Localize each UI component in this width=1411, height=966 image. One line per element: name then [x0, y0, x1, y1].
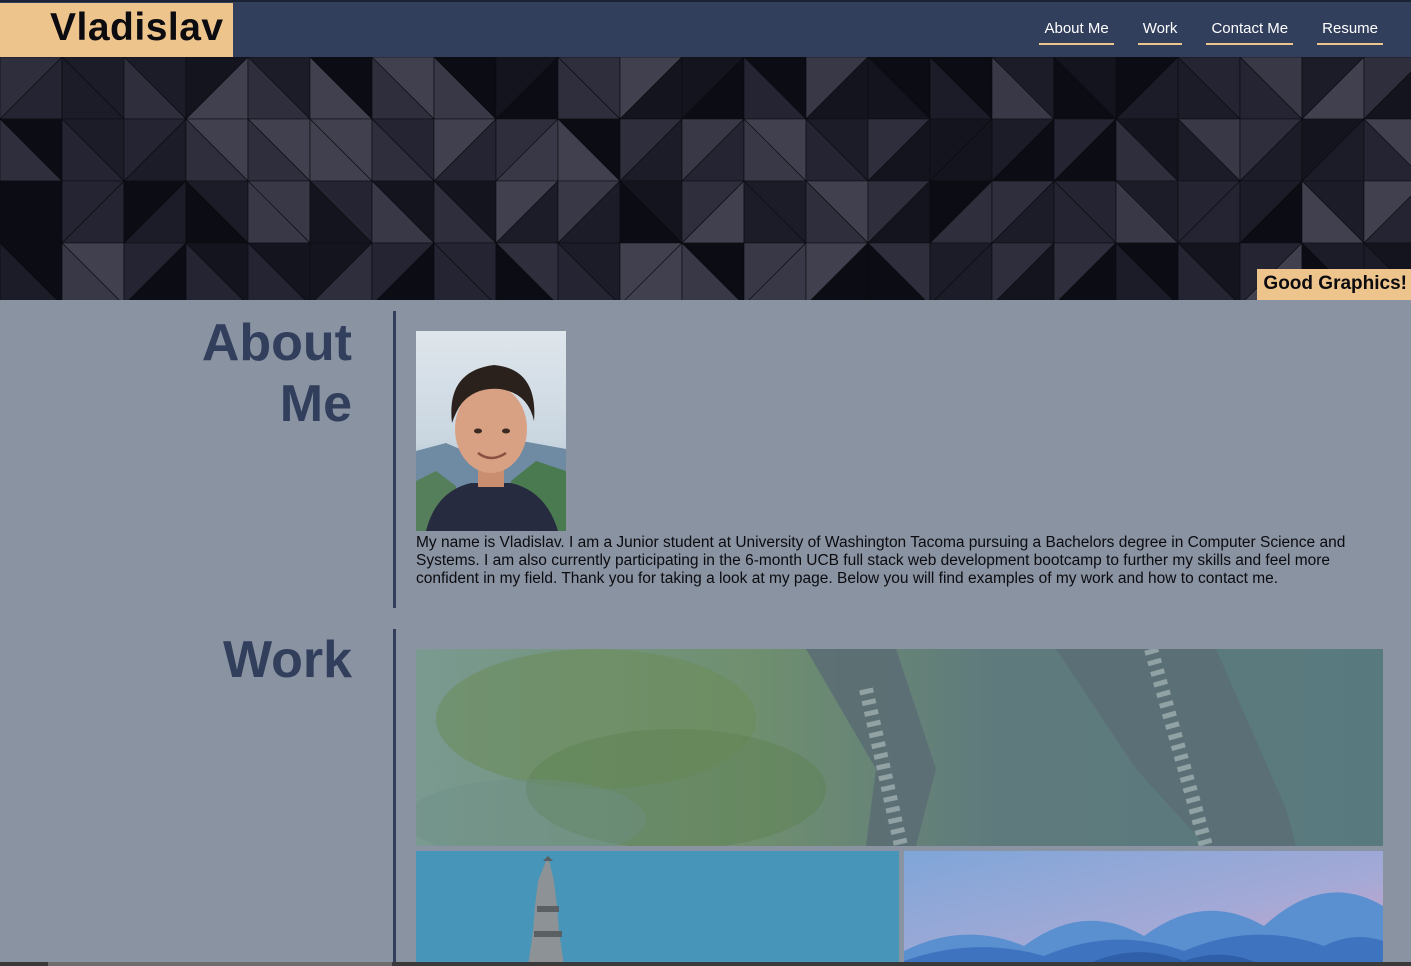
work-heading: Work — [222, 631, 352, 689]
profile-photo — [416, 331, 566, 531]
main-nav: About Me Work Contact Me Resume — [1015, 18, 1383, 45]
about-heading: About Me — [202, 313, 352, 435]
work-project-3[interactable] — [904, 851, 1383, 966]
site-header: Vladislav About Me Work Contact Me Resum… — [0, 0, 1411, 58]
about-text: My name is Vladislav. I am a Junior stud… — [416, 534, 1346, 587]
project-image-waves — [904, 851, 1383, 966]
scrollbar-thumb[interactable] — [48, 962, 392, 966]
hero-banner: Good Graphics! — [0, 57, 1411, 300]
horizontal-scrollbar[interactable] — [0, 962, 1411, 966]
profile-photo-icon — [416, 331, 566, 531]
nav-contact-me[interactable]: Contact Me — [1206, 18, 1294, 45]
brand-logo[interactable]: Vladislav — [0, 3, 233, 58]
project-image-tower — [416, 851, 899, 966]
about-heading-line1: About — [201, 314, 352, 372]
work-divider — [393, 629, 396, 966]
hero-badge: Good Graphics! — [1257, 269, 1411, 300]
work-project-2[interactable] — [416, 851, 899, 966]
brand-name: Vladislav — [50, 6, 224, 49]
about-heading-line2: Me — [279, 375, 352, 433]
nav-about-me[interactable]: About Me — [1039, 18, 1114, 45]
work-project-featured[interactable] — [416, 649, 1383, 846]
project-image-running — [416, 649, 1383, 846]
nav-resume[interactable]: Resume — [1317, 18, 1383, 45]
about-divider — [393, 311, 396, 608]
geometric-pattern-image — [0, 57, 1411, 300]
nav-work[interactable]: Work — [1137, 18, 1183, 45]
